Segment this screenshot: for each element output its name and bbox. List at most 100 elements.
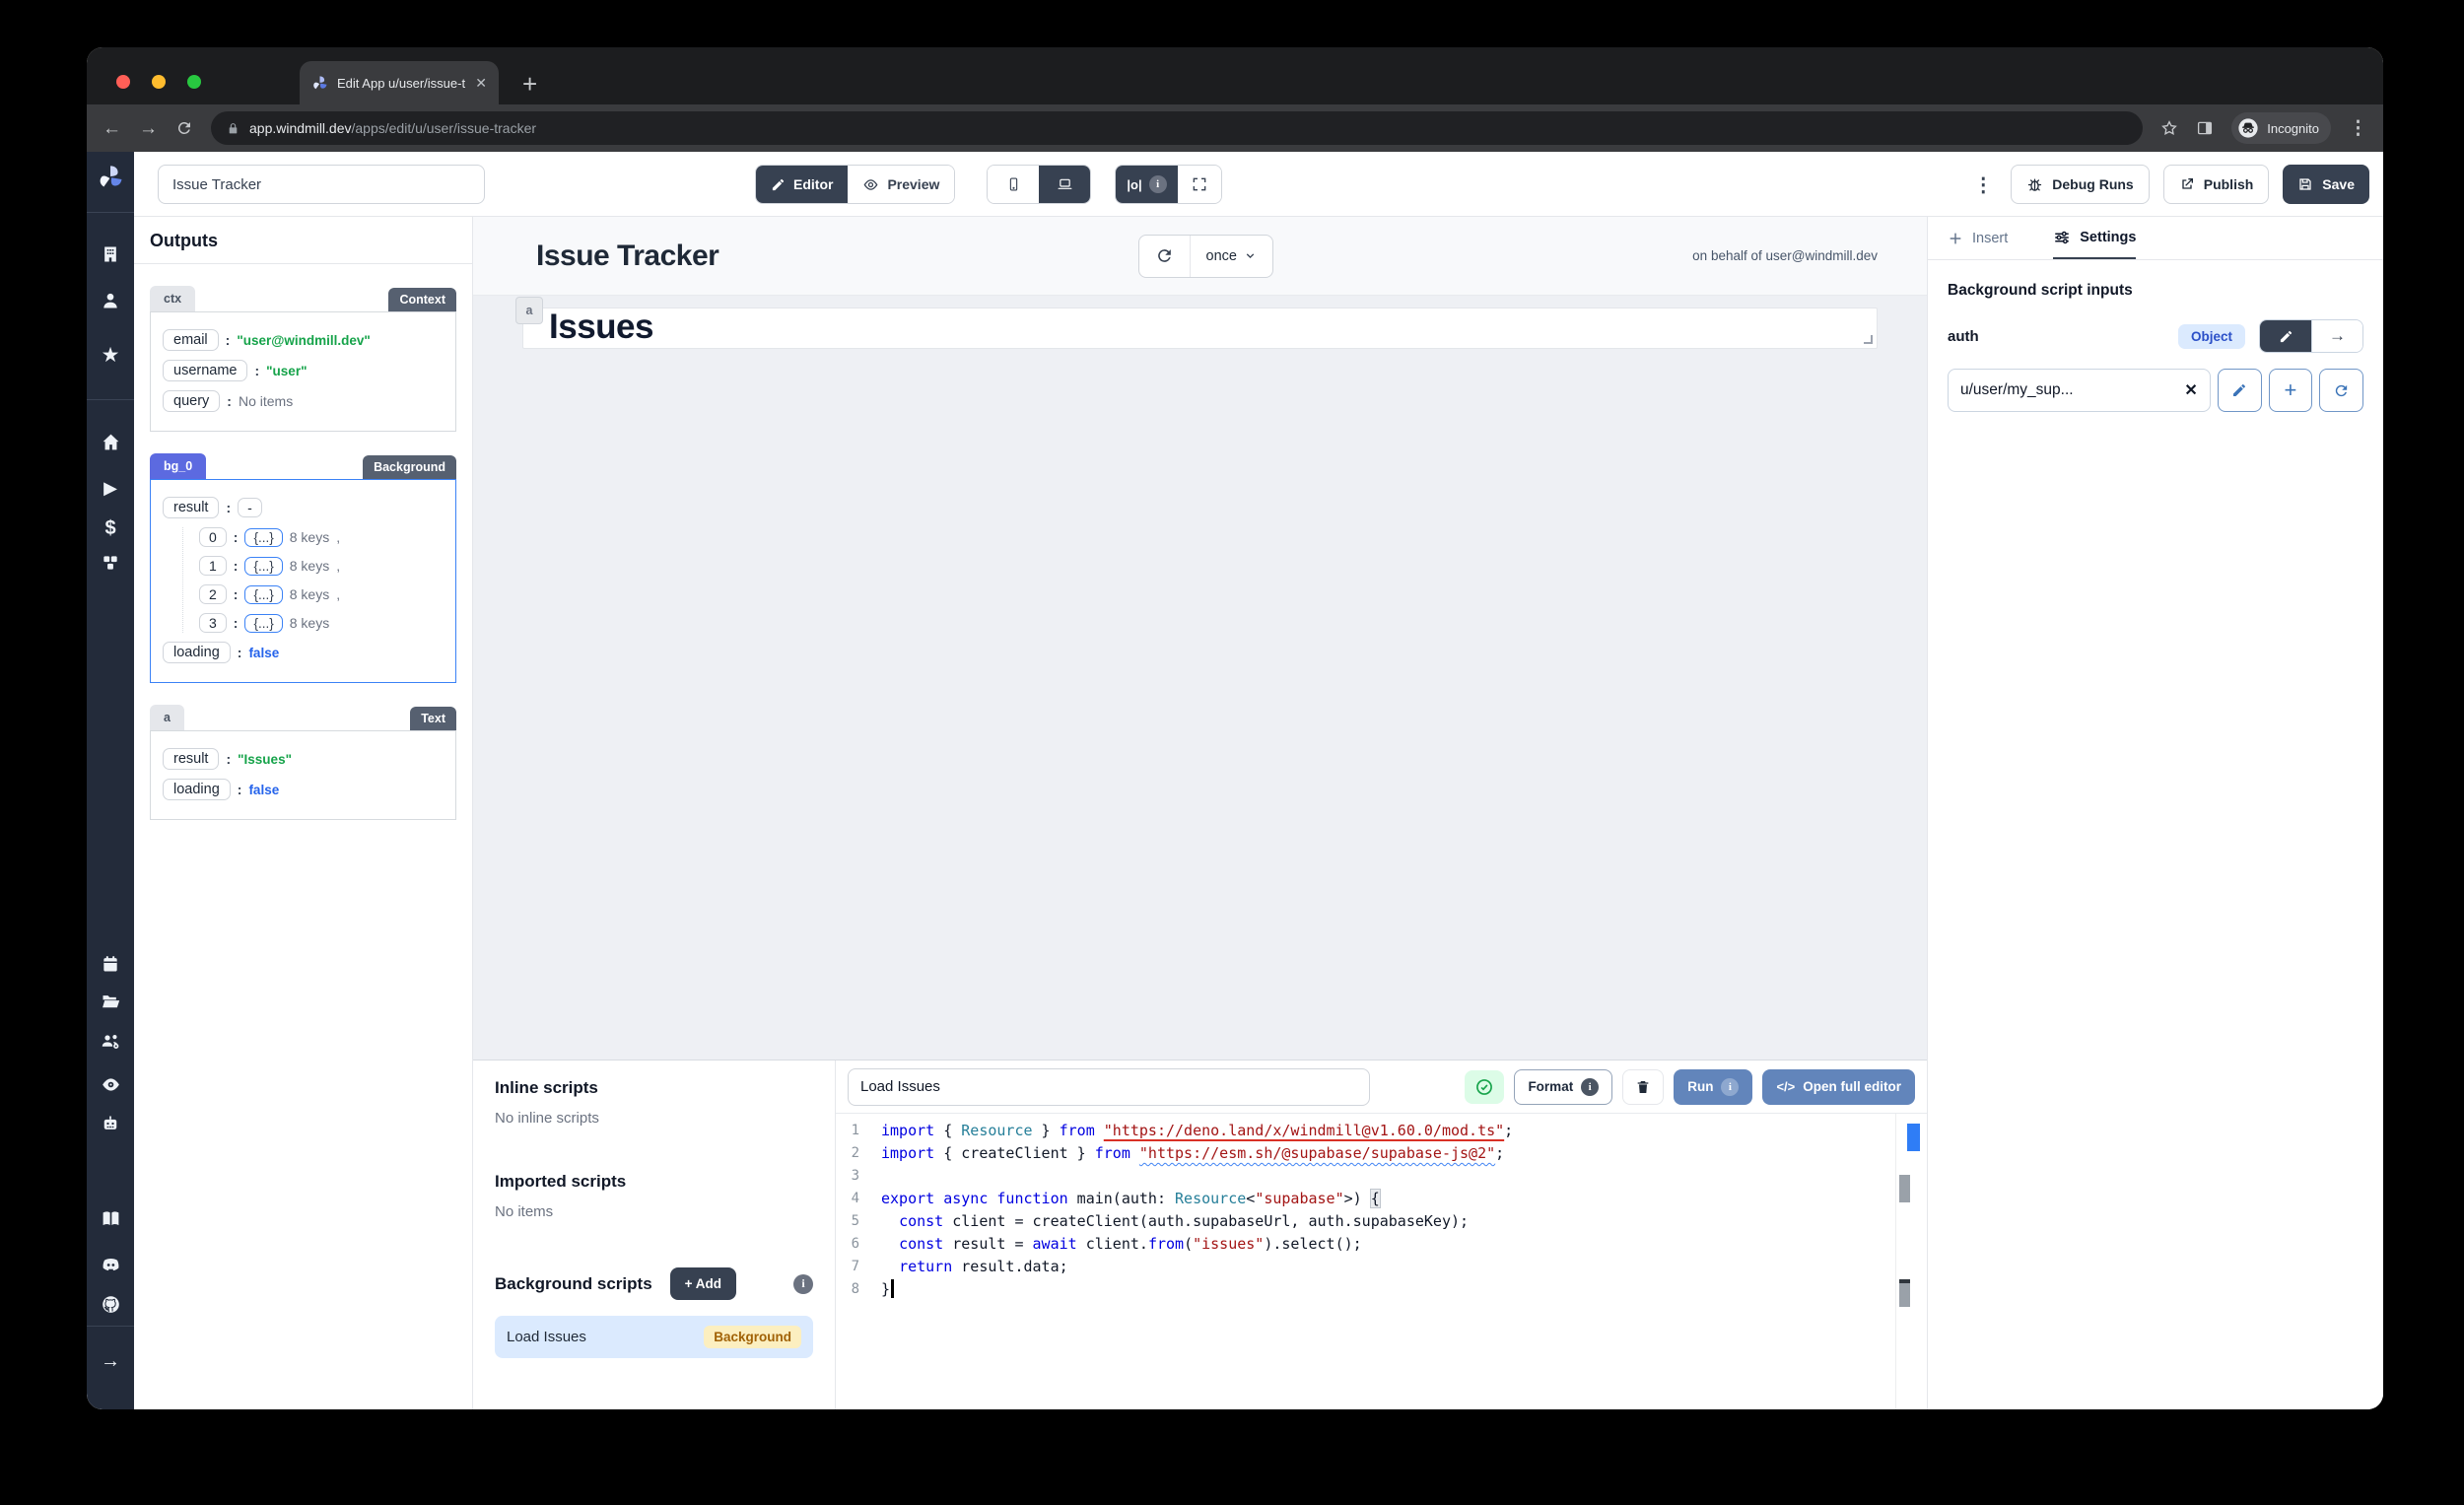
save-button[interactable]: Save	[2283, 165, 2369, 204]
output-row[interactable]: result : -	[163, 497, 444, 518]
schedule-mode-dropdown[interactable]: once	[1191, 236, 1272, 277]
editor-scrollbar[interactable]	[1895, 1114, 1921, 1409]
browser-tab[interactable]: Edit App u/user/issue-tracker | ✕	[300, 61, 499, 104]
comma: ,	[336, 529, 340, 545]
resource-picker-input[interactable]: u/user/my_sup... ✕	[1948, 369, 2211, 412]
output-key[interactable]: query	[163, 390, 220, 412]
static-mode-button[interactable]	[2260, 320, 2311, 352]
fullscreen-button[interactable]	[1178, 166, 1221, 203]
text-component[interactable]: a Issues	[522, 308, 1878, 349]
expand-sidebar-arrow-icon[interactable]: →	[87, 1350, 134, 1373]
output-id-badge[interactable]: bg_0	[150, 453, 206, 479]
side-panel-icon[interactable]	[2196, 119, 2214, 137]
object-pill[interactable]: {...}	[244, 557, 282, 576]
output-key[interactable]: loading	[163, 779, 231, 800]
object-pill[interactable]: {...}	[244, 528, 282, 547]
docs-book-icon[interactable]	[87, 1208, 134, 1229]
output-key[interactable]: username	[163, 360, 247, 381]
refresh-resource-button[interactable]	[2319, 369, 2363, 412]
code-editor[interactable]: 1import { Resource } from "https://deno.…	[836, 1114, 1927, 1409]
output-row[interactable]: query : No items	[163, 390, 444, 412]
workers-group-icon[interactable]	[87, 1031, 134, 1052]
array-item-row[interactable]: 2 : {...} 8 keys ,	[199, 584, 444, 604]
new-tab-button[interactable]: +	[522, 71, 537, 97]
output-row[interactable]: username : "user"	[163, 360, 444, 381]
collapse-toggle[interactable]: -	[238, 498, 262, 517]
format-button[interactable]: Format i	[1514, 1069, 1612, 1105]
discord-icon[interactable]	[87, 1255, 134, 1275]
output-key[interactable]: result	[163, 748, 219, 770]
tab-insert[interactable]: Insert	[1948, 217, 2008, 259]
output-card-a[interactable]: a Text result : "Issues" loading :	[150, 705, 456, 820]
preview-tab-button[interactable]: Preview	[848, 166, 954, 203]
forward-icon[interactable]: →	[139, 119, 158, 138]
info-icon[interactable]: i	[793, 1274, 813, 1294]
object-pill[interactable]: {...}	[244, 585, 282, 604]
add-background-script-button[interactable]: + Add	[670, 1267, 736, 1300]
folders-icon[interactable]	[87, 992, 134, 1011]
edit-resource-button[interactable]	[2218, 369, 2262, 412]
output-card-ctx[interactable]: ctx Context email : "user@windmill.dev" …	[150, 286, 456, 432]
variables-dollar-icon[interactable]: $	[87, 517, 134, 540]
close-window-button[interactable]	[116, 75, 130, 89]
mobile-view-button[interactable]	[988, 166, 1039, 203]
output-row[interactable]: loading : false	[163, 779, 444, 800]
schedules-calendar-icon[interactable]	[87, 954, 134, 974]
browser-menu-icon[interactable]: ⋮	[2349, 119, 2367, 138]
url-domain: app.windmill.dev	[249, 120, 352, 136]
minimize-window-button[interactable]	[152, 75, 166, 89]
object-pill[interactable]: {...}	[244, 614, 282, 633]
output-row[interactable]: result : "Issues"	[163, 748, 444, 770]
reload-icon[interactable]	[175, 119, 193, 137]
output-row[interactable]: email : "user@windmill.dev"	[163, 329, 444, 351]
runs-play-icon[interactable]: ▶	[87, 478, 134, 499]
output-card-bg0[interactable]: bg_0 Background result : - 0	[150, 453, 456, 683]
delete-script-button[interactable]	[1622, 1069, 1664, 1105]
clear-icon[interactable]: ✕	[2178, 380, 2197, 400]
zoom-window-button[interactable]	[187, 75, 201, 89]
connect-mode-button[interactable]: →	[2311, 320, 2362, 352]
audit-eye-icon[interactable]	[87, 1074, 134, 1095]
user-icon[interactable]	[87, 291, 134, 310]
home-icon[interactable]	[87, 432, 134, 452]
array-item-row[interactable]: 3 : {...} 8 keys	[199, 613, 444, 633]
add-resource-button[interactable]: +	[2269, 369, 2313, 412]
output-key[interactable]: email	[163, 329, 219, 351]
window-controls[interactable]	[116, 75, 201, 89]
workspace-building-icon[interactable]	[87, 244, 134, 264]
run-button[interactable]: Run i	[1674, 1069, 1752, 1105]
open-full-editor-button[interactable]: </> Open full editor	[1762, 1069, 1915, 1105]
output-row[interactable]: loading : false	[163, 642, 444, 663]
resources-cubes-icon[interactable]	[87, 553, 134, 573]
github-icon[interactable]	[87, 1294, 134, 1315]
resize-handle-icon[interactable]	[1864, 335, 1873, 344]
address-bar[interactable]: app.windmill.dev/apps/edit/u/user/issue-…	[211, 111, 2143, 145]
windmill-logo-icon[interactable]	[87, 164, 134, 191]
editor-tab-button[interactable]: Editor	[756, 166, 848, 203]
more-options-kebab-icon[interactable]: ⋮	[1969, 172, 1997, 197]
output-id-badge[interactable]: ctx	[150, 286, 195, 311]
ai-robot-icon[interactable]	[87, 1114, 134, 1133]
script-name-input[interactable]	[848, 1068, 1370, 1106]
bookmark-star-icon[interactable]	[2160, 119, 2178, 137]
publish-button[interactable]: Publish	[2163, 165, 2270, 204]
tab-close-icon[interactable]: ✕	[475, 76, 487, 90]
array-item-row[interactable]: 1 : {...} 8 keys ,	[199, 556, 444, 576]
tab-settings[interactable]: Settings	[2053, 217, 2136, 259]
scrollbar-thumb[interactable]	[1899, 1175, 1910, 1202]
debug-runs-button[interactable]: Debug Runs	[2011, 165, 2149, 204]
favorites-star-icon[interactable]: ★	[87, 343, 134, 368]
schema-explorer-button[interactable]: |o| i	[1116, 166, 1177, 203]
back-icon[interactable]: ←	[103, 119, 121, 138]
component-handle[interactable]: a	[515, 297, 543, 324]
background-script-item[interactable]: Load Issues Background	[495, 1316, 813, 1358]
app-canvas[interactable]: a Issues	[473, 296, 1927, 1060]
array-item-row[interactable]: 0 : {...} 8 keys ,	[199, 527, 444, 547]
desktop-view-button[interactable]	[1039, 166, 1090, 203]
right-panel: Insert Settings Background script inputs…	[1927, 217, 2383, 1409]
refresh-button[interactable]	[1139, 236, 1191, 277]
output-id-badge[interactable]: a	[150, 705, 184, 730]
output-key[interactable]: result	[163, 497, 219, 518]
output-key[interactable]: loading	[163, 642, 231, 663]
app-name-input[interactable]	[158, 165, 485, 204]
